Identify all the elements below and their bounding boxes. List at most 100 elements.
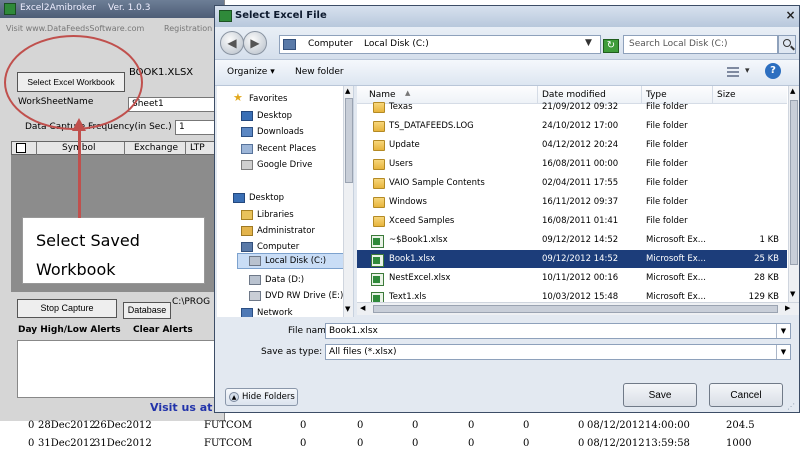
scroll-thumb[interactable] xyxy=(373,305,778,313)
hide-folders-button[interactable]: ▲ Hide Folders xyxy=(225,388,298,406)
scroll-thumb[interactable] xyxy=(790,100,798,265)
breadcrumb-local-disk[interactable]: Local Disk (C:) xyxy=(364,39,429,49)
row-cell: 0 xyxy=(468,438,475,449)
folder-icon xyxy=(373,140,385,151)
file-type-cell: File folder xyxy=(646,121,688,131)
row-cell: 0 xyxy=(412,438,419,449)
scroll-up-icon[interactable]: ▲ xyxy=(345,87,350,95)
alerts-list[interactable] xyxy=(17,340,224,398)
stop-capture-button[interactable]: Stop Capture xyxy=(17,299,117,318)
scroll-thumb[interactable] xyxy=(345,98,353,183)
nav-pane-scrollbar[interactable]: ▲ ▼ xyxy=(343,86,353,317)
registration-link[interactable]: Registration xyxy=(164,24,212,33)
row-cell: 31Dec2012 xyxy=(94,438,152,449)
nav-item-label: Desktop xyxy=(257,111,293,121)
nav-item-label: Downloads xyxy=(257,127,304,137)
search-input[interactable]: Search Local Disk (C:) xyxy=(623,35,778,54)
file-name-cell: TS_DATAFEEDS.LOG xyxy=(389,121,474,131)
file-row[interactable]: Book1.xlsx 09/12/2012 14:52 Microsoft Ex..… xyxy=(357,250,787,268)
file-row[interactable]: TS_DATAFEEDS.LOG 24/10/2012 17:00 File fol… xyxy=(357,117,787,135)
chevron-down-icon[interactable]: ▼ xyxy=(585,38,592,48)
file-list-horizontal-scrollbar[interactable]: ◀ ▶ xyxy=(357,302,799,315)
file-name-cell: VAIO Sample Contents xyxy=(389,178,485,188)
save-as-type-select[interactable]: All files (*.xlsx) ▼ xyxy=(325,344,791,360)
file-row[interactable]: Users 16/08/2011 00:00 File folder xyxy=(357,155,787,173)
chevron-up-icon: ▲ xyxy=(229,392,239,402)
row-cell: 0 xyxy=(300,420,307,431)
breadcrumb-computer[interactable]: Computer xyxy=(308,39,353,49)
folder-icon xyxy=(373,197,385,208)
file-row[interactable]: Update 04/12/2012 20:24 File folder xyxy=(357,136,787,154)
file-row[interactable]: NestExcel.xlsx 10/11/2012 00:16 Microsoft … xyxy=(357,269,787,287)
chevron-down-icon[interactable]: ▼ xyxy=(776,324,790,338)
clear-alerts-link[interactable]: Clear Alerts xyxy=(133,325,193,335)
file-row[interactable]: Xceed Samples 16/08/2011 01:41 File folder xyxy=(357,212,787,230)
worksheet-name-input[interactable]: Sheet1 xyxy=(128,97,224,112)
file-row[interactable]: VAIO Sample Contents 02/04/2011 17:55 File… xyxy=(357,174,787,192)
scroll-up-icon[interactable]: ▲ xyxy=(790,87,795,95)
file-name-cell: Book1.xlsx xyxy=(389,254,436,264)
resize-grip-icon[interactable]: ⋰ xyxy=(787,402,795,411)
address-bar[interactable]: Computer Local Disk (C:) ▼ xyxy=(279,35,601,54)
chevron-down-icon[interactable]: ▾ xyxy=(745,66,750,76)
database-button[interactable]: Database xyxy=(123,302,171,319)
save-button[interactable]: Save xyxy=(623,383,697,407)
hide-folders-label: Hide Folders xyxy=(242,392,295,402)
file-name-cell: NestExcel.xlsx xyxy=(389,273,451,283)
file-date-cell: 16/08/2011 01:41 xyxy=(542,216,619,226)
folder-icon xyxy=(373,178,385,189)
select-all-checkbox[interactable] xyxy=(16,143,26,153)
file-row[interactable]: Windows 16/11/2012 09:37 File folder xyxy=(357,193,787,211)
file-type-cell: File folder xyxy=(646,178,688,188)
row-cell: 0 xyxy=(357,438,364,449)
grid-column-exchange[interactable]: Exchange xyxy=(134,143,178,153)
file-date-cell: 09/12/2012 14:52 xyxy=(542,254,619,264)
back-arrow-icon[interactable]: ◀ xyxy=(220,31,244,55)
background-app-title: Excel2Amibroker xyxy=(20,3,96,13)
row-cell: 08/12/2012 xyxy=(587,420,645,431)
new-folder-button[interactable]: New folder xyxy=(295,67,344,77)
database-path: C:\PROG xyxy=(172,297,211,307)
forward-arrow-icon[interactable]: ▶ xyxy=(243,31,267,55)
file-date-cell: 16/08/2011 00:00 xyxy=(542,159,619,169)
file-size-cell: 129 KB xyxy=(748,292,779,302)
annotation-arrow xyxy=(78,126,81,218)
close-icon[interactable]: × xyxy=(783,8,798,23)
help-icon[interactable]: ? xyxy=(765,63,781,79)
file-row[interactable]: Text1.xls 10/03/2012 15:48 Microsoft Ex...… xyxy=(357,288,787,302)
row-cell: 0 xyxy=(523,438,530,449)
row-cell: 0 xyxy=(578,438,585,449)
organize-menu[interactable]: Organize ▾ xyxy=(227,67,275,77)
refresh-icon[interactable]: ↻ xyxy=(603,39,619,53)
grid-column-ltp[interactable]: LTP xyxy=(190,143,205,153)
file-list-vertical-scrollbar[interactable]: ▲ ▼ xyxy=(788,86,799,302)
file-row[interactable]: Texas 21/09/2012 09:32 File folder xyxy=(357,98,787,116)
annotation-line: Workbook xyxy=(36,260,116,279)
file-name-cell: Windows xyxy=(389,197,427,207)
chevron-down-icon[interactable]: ▼ xyxy=(776,345,790,359)
dialog-titlebar[interactable]: Select Excel File × xyxy=(215,6,799,27)
cancel-button[interactable]: Cancel xyxy=(709,383,783,407)
file-date-cell: 16/11/2012 09:37 xyxy=(542,197,619,207)
file-name-input[interactable]: Book1.xlsx ▼ xyxy=(325,323,791,339)
excel-file-icon xyxy=(371,235,384,248)
scroll-down-icon[interactable]: ▼ xyxy=(790,290,795,298)
file-type-cell: Microsoft Ex... xyxy=(646,292,706,302)
nav-item-label: Administrator xyxy=(257,226,315,236)
scroll-down-icon[interactable]: ▼ xyxy=(345,305,350,313)
views-icon[interactable] xyxy=(725,65,741,79)
libraries-icon xyxy=(241,210,253,220)
visit-us-link[interactable]: Visit us at xyxy=(150,401,212,414)
row-cell: 0 xyxy=(28,420,35,431)
file-size-cell: 28 KB xyxy=(754,273,779,283)
search-icon[interactable] xyxy=(778,35,796,54)
row-cell: 13:59:58 xyxy=(645,438,690,449)
disk-icon xyxy=(249,275,261,285)
scroll-right-icon[interactable]: ▶ xyxy=(785,304,790,312)
file-type-cell: File folder xyxy=(646,159,688,169)
scroll-left-icon[interactable]: ◀ xyxy=(360,304,365,312)
file-date-cell: 21/09/2012 09:32 xyxy=(542,102,619,112)
file-row[interactable]: ~$Book1.xlsx 09/12/2012 14:52 Microsoft Ex… xyxy=(357,231,787,249)
row-cell: 204.5 xyxy=(726,420,755,431)
excel-file-icon xyxy=(371,273,384,286)
